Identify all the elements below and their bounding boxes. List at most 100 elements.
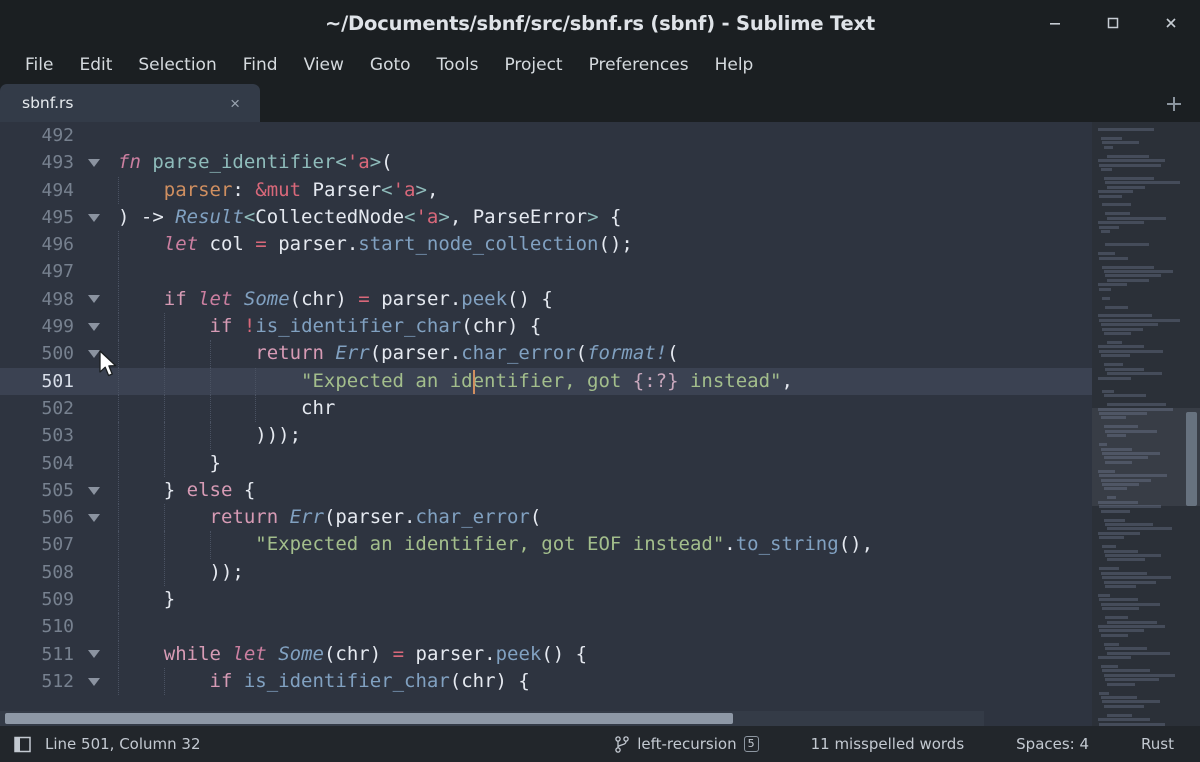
maximize-button[interactable] bbox=[1084, 0, 1142, 46]
menu-item-view[interactable]: View bbox=[291, 52, 357, 78]
code-line[interactable]: 505 } else { bbox=[0, 477, 1092, 504]
code-text[interactable]: )); bbox=[110, 559, 1092, 586]
minimap-line bbox=[1102, 576, 1171, 579]
code-text[interactable]: fn parse_identifier<'a>( bbox=[110, 149, 1092, 176]
token bbox=[232, 288, 243, 310]
code-line[interactable]: 499 if !is_identifier_char(chr) { bbox=[0, 313, 1092, 340]
code-text[interactable]: } bbox=[110, 450, 1092, 477]
fold-arrow-icon[interactable] bbox=[78, 149, 110, 176]
code-text[interactable] bbox=[110, 613, 1092, 640]
tab-sbnf.rs[interactable]: sbnf.rs× bbox=[0, 84, 260, 122]
minimap-line bbox=[1098, 656, 1131, 659]
fold-arrow-icon[interactable] bbox=[78, 477, 110, 504]
code-line[interactable]: 492 bbox=[0, 122, 1092, 149]
line-number: 493 bbox=[0, 149, 78, 176]
minimap-line bbox=[1101, 416, 1126, 419]
code-tokens: ) -> Result<CollectedNode<'a>, ParseErro… bbox=[110, 204, 621, 231]
code-text[interactable]: ) -> Result<CollectedNode<'a>, ParseErro… bbox=[110, 204, 1092, 231]
code-tokens: return Err(parser.char_error(format!( bbox=[110, 340, 679, 367]
code-text[interactable]: let col = parser.start_node_collection()… bbox=[110, 231, 1092, 258]
minimap-line bbox=[1098, 625, 1165, 628]
horizontal-scrollbar[interactable] bbox=[0, 711, 984, 726]
code-text[interactable]: } else { bbox=[110, 477, 1092, 504]
code-line[interactable]: 501 "Expected an identifier, got {:?} in… bbox=[0, 368, 1092, 395]
token: Parser bbox=[313, 179, 382, 201]
cursor-position[interactable]: Line 501, Column 32 bbox=[45, 735, 201, 753]
menu-item-help[interactable]: Help bbox=[702, 52, 767, 78]
code-text[interactable]: ))); bbox=[110, 422, 1092, 449]
minimap-line bbox=[1099, 629, 1143, 632]
fold-arrow-icon[interactable] bbox=[78, 641, 110, 668]
vertical-scrollbar[interactable] bbox=[1185, 124, 1198, 724]
menu-item-project[interactable]: Project bbox=[491, 52, 575, 78]
menu-item-goto[interactable]: Goto bbox=[357, 52, 424, 78]
minimap[interactable] bbox=[1092, 122, 1200, 726]
code-line[interactable]: 509 } bbox=[0, 586, 1092, 613]
minimap-line bbox=[1098, 314, 1152, 317]
code-tokens: if is_identifier_char(chr) { bbox=[110, 668, 530, 695]
token: , bbox=[781, 370, 792, 392]
code-line[interactable]: 493 fn parse_identifier<'a>( bbox=[0, 149, 1092, 176]
code-text[interactable]: parser: &mut Parser<'a>, bbox=[110, 177, 1092, 204]
code-text[interactable]: if is_identifier_char(chr) { bbox=[110, 668, 1092, 695]
minimize-button[interactable] bbox=[1026, 0, 1084, 46]
sidebar-toggle-icon[interactable] bbox=[14, 736, 31, 753]
token: {:?} bbox=[633, 370, 679, 392]
fold-arrow-icon[interactable] bbox=[78, 504, 110, 531]
syntax-status[interactable]: Rust bbox=[1115, 735, 1200, 753]
code-line[interactable]: 495) -> Result<CollectedNode<'a>, ParseE… bbox=[0, 204, 1092, 231]
code-line[interactable]: 502 chr bbox=[0, 395, 1092, 422]
minimap-line bbox=[1105, 461, 1132, 464]
menu-item-selection[interactable]: Selection bbox=[125, 52, 229, 78]
code-line[interactable]: 504 } bbox=[0, 450, 1092, 477]
menu-item-file[interactable]: File bbox=[12, 52, 66, 78]
code-line[interactable]: 503 ))); bbox=[0, 422, 1092, 449]
code-text[interactable] bbox=[110, 122, 1092, 149]
code-line[interactable]: 494 parser: &mut Parser<'a>, bbox=[0, 177, 1092, 204]
status-bar: Line 501, Column 32 left-recursion 5 11 … bbox=[0, 726, 1200, 762]
code-text[interactable]: if !is_identifier_char(chr) { bbox=[110, 313, 1092, 340]
code-text[interactable]: if let Some(chr) = parser.peek() { bbox=[110, 286, 1092, 313]
code-line[interactable]: 506 return Err(parser.char_error( bbox=[0, 504, 1092, 531]
fold-arrow-icon[interactable] bbox=[78, 340, 110, 367]
line-number: 504 bbox=[0, 450, 78, 477]
code-text[interactable] bbox=[110, 258, 1092, 285]
code-text[interactable]: return Err(parser.char_error( bbox=[110, 504, 1092, 531]
fold-arrow-icon[interactable] bbox=[78, 286, 110, 313]
menu-item-find[interactable]: Find bbox=[230, 52, 291, 78]
minimap-line bbox=[1101, 634, 1128, 637]
code-line[interactable]: 496 let col = parser.start_node_collecti… bbox=[0, 231, 1092, 258]
horizontal-scrollbar-thumb[interactable] bbox=[5, 713, 733, 724]
code-text[interactable]: return Err(parser.char_error(format!( bbox=[110, 340, 1092, 367]
code-text[interactable]: "Expected an identifier, got {:?} instea… bbox=[110, 368, 1092, 395]
token: } bbox=[118, 452, 221, 474]
code-text[interactable]: "Expected an identifier, got EOF instead… bbox=[110, 531, 1092, 558]
code-line[interactable]: 510 bbox=[0, 613, 1092, 640]
menu-item-preferences[interactable]: Preferences bbox=[576, 52, 702, 78]
fold-arrow-icon[interactable] bbox=[78, 204, 110, 231]
code-line[interactable]: 507 "Expected an identifier, got EOF ins… bbox=[0, 531, 1092, 558]
code-line[interactable]: 498 if let Some(chr) = parser.peek() { bbox=[0, 286, 1092, 313]
code-line[interactable]: 497 bbox=[0, 258, 1092, 285]
code-line[interactable]: 511 while let Some(chr) = parser.peek() … bbox=[0, 641, 1092, 668]
code-text[interactable]: chr bbox=[110, 395, 1092, 422]
new-tab-button[interactable] bbox=[1160, 90, 1188, 118]
token: ( bbox=[381, 151, 392, 173]
minimap-line bbox=[1099, 567, 1118, 570]
code-line[interactable]: 508 )); bbox=[0, 559, 1092, 586]
fold-arrow-icon[interactable] bbox=[78, 668, 110, 695]
code-line[interactable]: 512 if is_identifier_char(chr) { bbox=[0, 668, 1092, 695]
code-pane[interactable]: 492493 fn parse_identifier<'a>(494 parser… bbox=[0, 122, 1092, 726]
git-branch[interactable]: left-recursion 5 bbox=[589, 735, 784, 753]
code-text[interactable]: while let Some(chr) = parser.peek() { bbox=[110, 641, 1092, 668]
tab-close-icon[interactable]: × bbox=[224, 95, 246, 112]
menu-item-tools[interactable]: Tools bbox=[424, 52, 492, 78]
code-text[interactable]: } bbox=[110, 586, 1092, 613]
vertical-scrollbar-thumb[interactable] bbox=[1186, 412, 1197, 506]
menu-item-edit[interactable]: Edit bbox=[66, 52, 125, 78]
fold-arrow-icon[interactable] bbox=[78, 313, 110, 340]
close-button[interactable] bbox=[1142, 0, 1200, 46]
spelling-status[interactable]: 11 misspelled words bbox=[785, 735, 991, 753]
indentation-status[interactable]: Spaces: 4 bbox=[990, 735, 1115, 753]
code-line[interactable]: 500 return Err(parser.char_error(format!… bbox=[0, 340, 1092, 367]
